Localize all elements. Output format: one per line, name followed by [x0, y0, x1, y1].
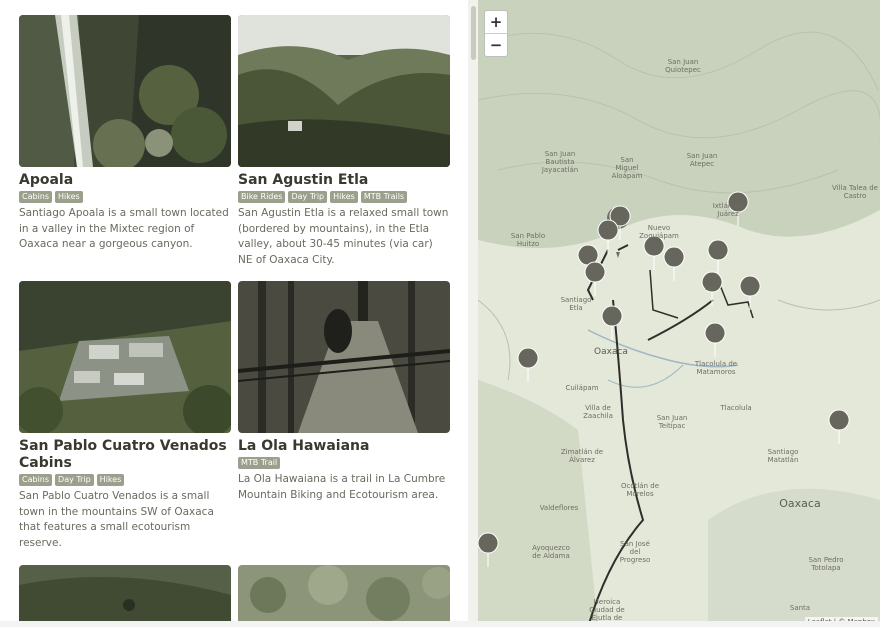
- foliage-photo: [238, 565, 450, 627]
- list-scrollbar[interactable]: [471, 6, 476, 60]
- place-card-partial[interactable]: [238, 565, 450, 627]
- place-photo[interactable]: [238, 281, 450, 433]
- place-card-partial[interactable]: [19, 565, 231, 627]
- map-markers: [478, 191, 850, 568]
- place-description: San Agustin Etla is a relaxed small town…: [238, 207, 449, 266]
- place-photo[interactable]: [19, 15, 231, 167]
- place-description: San Pablo Cuatro Venados is a small town…: [19, 490, 214, 549]
- waterfall-photo: [19, 15, 231, 167]
- map-marker-icon[interactable]: [704, 322, 726, 358]
- valley-photo: [238, 15, 450, 167]
- tag-list: Cabins Day Trip Hikes: [19, 474, 231, 486]
- map-label: San Juan Atepec: [686, 152, 718, 168]
- tag-badge[interactable]: Day Trip: [288, 191, 328, 203]
- place-description: Santiago Apoala is a small town located …: [19, 207, 229, 250]
- zoom-control: + −: [484, 10, 508, 57]
- tag-badge[interactable]: Hikes: [96, 474, 125, 486]
- tag-badge[interactable]: MTB Trail: [238, 457, 281, 469]
- map-label: San Pablo Huitzo: [510, 232, 546, 248]
- tag-list: Cabins Hikes: [19, 191, 231, 203]
- map-marker-icon[interactable]: [584, 261, 606, 297]
- map-marker-icon[interactable]: [739, 275, 761, 311]
- map-label: San Juan Bautista Jayacatlán: [541, 150, 579, 174]
- place-photo[interactable]: [238, 15, 450, 167]
- map-label: Heroica Ciudad de Ejutla de: [589, 598, 625, 622]
- map-label: San Pedro Totolapa: [808, 556, 844, 572]
- map-marker-icon[interactable]: [663, 246, 685, 282]
- map-marker-icon[interactable]: [597, 219, 619, 255]
- map-view[interactable]: + − San Juan Quiotepec San Juan Bautista…: [478, 0, 880, 627]
- forest-trail-photo: [238, 281, 450, 433]
- panel-divider: [468, 0, 478, 627]
- place-card-san-pablo-cuatro-venados[interactable]: San Pablo Cuatro Venados Cabins Cabins D…: [19, 281, 231, 551]
- place-photo[interactable]: [19, 281, 231, 433]
- map-marker-icon[interactable]: [478, 532, 499, 568]
- map-marker-icon[interactable]: [517, 347, 539, 383]
- map-label: San Miguel Aloápam: [611, 156, 643, 180]
- zoom-in-button[interactable]: +: [485, 11, 507, 34]
- map-label: Santiago Matatlán: [767, 448, 799, 464]
- map-label: Oaxaca: [594, 347, 628, 357]
- place-title[interactable]: San Agustin Etla: [238, 172, 450, 189]
- map-label: Cuilápam: [565, 384, 599, 392]
- zoom-out-button[interactable]: −: [485, 34, 507, 56]
- map-label: Santiago Etla: [560, 296, 592, 312]
- places-list: Apoala Cabins Hikes Santiago Apoala is a…: [0, 0, 468, 627]
- tag-list: MTB Trail: [238, 457, 450, 469]
- place-card-la-ola-hawaiana[interactable]: La Ola Hawaiana MTB Trail La Ola Hawaian…: [238, 281, 450, 503]
- map-label: Ocotlán de Morelos: [620, 482, 660, 498]
- map-label: Tlacolula: [720, 404, 752, 412]
- bottom-edge: [0, 621, 880, 627]
- cabins-photo: [19, 281, 231, 433]
- tag-badge[interactable]: MTB Trails: [360, 191, 408, 203]
- tag-badge[interactable]: Hikes: [55, 191, 83, 203]
- map-label: San José del Progreso: [619, 540, 651, 564]
- place-photo[interactable]: [238, 565, 450, 627]
- tag-badge[interactable]: Cabins: [19, 191, 53, 203]
- map-label: Santa: [789, 604, 811, 612]
- map-label: Villa Talea de Castro: [832, 184, 878, 200]
- map-marker-icon[interactable]: [707, 239, 729, 275]
- place-title[interactable]: La Ola Hawaiana: [238, 438, 450, 455]
- tag-badge[interactable]: Bike Rides: [238, 191, 286, 203]
- place-title[interactable]: Apoala: [19, 172, 231, 189]
- map-marker-icon[interactable]: [643, 235, 665, 271]
- map-label: Tlacolula de Matamoros: [694, 360, 738, 376]
- place-card-apoala[interactable]: Apoala Cabins Hikes Santiago Apoala is a…: [19, 15, 231, 253]
- hillside-photo: [19, 565, 231, 627]
- tag-badge[interactable]: Day Trip: [55, 474, 94, 486]
- tag-badge[interactable]: Hikes: [330, 191, 358, 203]
- map-label: San Juan Quiotepec: [665, 58, 701, 74]
- tag-list: Bike Rides Day Trip Hikes MTB Trails: [238, 191, 450, 203]
- map-label: La: [704, 284, 714, 292]
- place-card-san-agustin-etla[interactable]: San Agustin Etla Bike Rides Day Trip Hik…: [238, 15, 450, 268]
- map-label: Ixtlán de Juárez: [712, 202, 744, 218]
- place-photo[interactable]: [19, 565, 231, 627]
- map-label: Nuevo Zoquiápam: [639, 224, 679, 240]
- map-label: Ayoquezco de Aldama: [532, 544, 570, 560]
- place-title[interactable]: San Pablo Cuatro Venados Cabins: [19, 438, 231, 472]
- map-label: Oaxaca: [779, 497, 821, 510]
- tag-badge[interactable]: Cabins: [19, 474, 53, 486]
- map-label: San Juan Teitipac: [656, 414, 688, 430]
- place-description: La Ola Hawaiana is a trail in La Cumbre …: [238, 473, 446, 501]
- map-label: Villa de Zaachila: [583, 404, 613, 420]
- map-marker-icon[interactable]: [601, 305, 623, 341]
- map-label: Valdeflores: [539, 504, 579, 512]
- map-label: Zimatlán de Álvarez: [560, 448, 604, 464]
- map-marker-icon[interactable]: [828, 409, 850, 445]
